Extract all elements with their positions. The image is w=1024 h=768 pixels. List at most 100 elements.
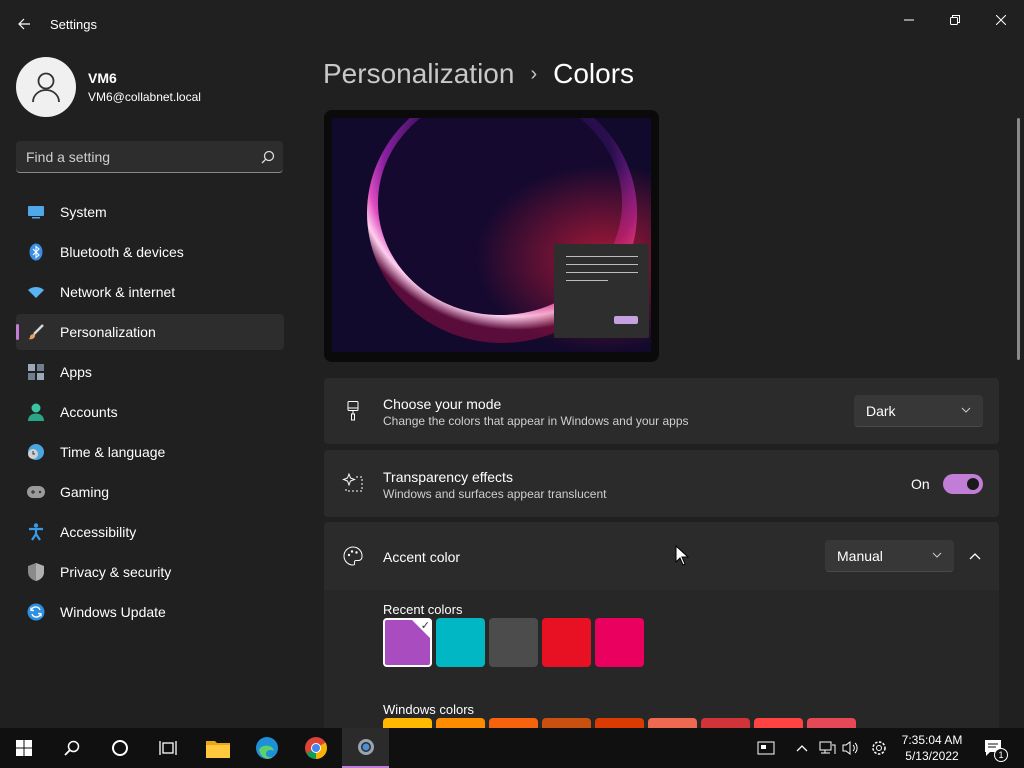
accessibility-icon [26, 522, 46, 542]
chevron-up-icon [969, 553, 981, 560]
transparency-toggle[interactable] [943, 474, 983, 494]
notification-center-button[interactable]: 1 [982, 738, 1008, 762]
windows-color-swatch[interactable] [701, 718, 750, 728]
settings-taskbar-button[interactable] [342, 728, 389, 768]
recent-color-swatch[interactable] [489, 618, 538, 667]
chevron-up-icon[interactable] [792, 738, 812, 758]
paintbrush-icon [342, 400, 364, 422]
person-icon [26, 402, 46, 422]
scrollbar[interactable] [1017, 118, 1020, 360]
accent-dropdown-value: Manual [837, 547, 883, 564]
palette-icon [342, 545, 364, 567]
chrome-button[interactable] [294, 728, 338, 768]
network-icon[interactable] [817, 738, 837, 758]
minimize-button[interactable] [886, 4, 932, 36]
gear-icon[interactable] [869, 738, 889, 758]
accent-dropdown[interactable]: Manual [825, 540, 954, 572]
mouse-cursor [675, 545, 689, 566]
windows-color-swatch[interactable] [383, 718, 432, 728]
recent-color-swatch[interactable]: ✓ [383, 618, 432, 667]
start-button[interactable] [2, 728, 46, 768]
apps-icon [26, 362, 46, 382]
theme-preview [324, 110, 659, 362]
task-view-button[interactable] [146, 728, 190, 768]
task-view-icon [159, 741, 177, 755]
search-box[interactable] [16, 141, 283, 173]
recent-color-swatch[interactable] [595, 618, 644, 667]
chrome-icon [305, 737, 327, 759]
sidebar-item-privacy[interactable]: Privacy & security [16, 554, 284, 590]
breadcrumb: Personalization › Colors [323, 58, 634, 90]
edge-icon [256, 737, 278, 759]
user-name: VM6 [88, 70, 117, 86]
mode-dropdown-value: Dark [866, 402, 896, 419]
search-button[interactable] [50, 728, 94, 768]
windows-color-swatch[interactable] [542, 718, 591, 728]
windows-logo-icon [16, 740, 32, 756]
mode-setting-card: Choose your mode Change the colors that … [324, 378, 999, 444]
restore-button[interactable] [932, 4, 978, 36]
sidebar-item-network[interactable]: Network & internet [16, 274, 284, 310]
windows-color-swatch[interactable] [489, 718, 538, 728]
windows-color-swatch[interactable] [648, 718, 697, 728]
collapse-button[interactable] [964, 548, 986, 564]
wallpaper-preview [332, 118, 651, 352]
edge-button[interactable] [245, 728, 289, 768]
file-explorer-button[interactable] [196, 728, 240, 768]
windows-color-swatch[interactable] [754, 718, 803, 728]
clock-time: 7:35:04 AM [901, 733, 963, 747]
user-profile[interactable]: VM6 VM6@collabnet.local [16, 57, 201, 117]
sidebar-item-time-language[interactable]: Time & language [16, 434, 284, 470]
page-title: Colors [553, 58, 635, 89]
chevron-down-icon [932, 552, 942, 558]
sidebar-item-accounts[interactable]: Accounts [16, 394, 284, 430]
cortana-button[interactable] [98, 728, 142, 768]
windows-color-swatch[interactable] [807, 718, 856, 728]
bluetooth-icon [26, 242, 46, 262]
accent-color-card[interactable]: Accent color Manual [324, 522, 999, 590]
sidebar-item-system[interactable]: System [16, 194, 284, 230]
chevron-down-icon [961, 407, 971, 413]
sidebar-item-label: Accessibility [60, 524, 137, 540]
taskbar: 7:35:04 AM 5/13/2022 1 [0, 728, 1024, 768]
sidebar-item-apps[interactable]: Apps [16, 354, 284, 390]
sidebar-item-label: System [60, 204, 107, 220]
system-clock[interactable]: 7:35:04 AM 5/13/2022 [896, 732, 968, 764]
transparency-description: Windows and surfaces appear translucent [383, 487, 607, 501]
search-input[interactable] [16, 148, 253, 165]
recent-color-swatch[interactable] [436, 618, 485, 667]
mode-title: Choose your mode [383, 396, 502, 412]
checkmark-icon: ✓ [420, 620, 430, 632]
shield-icon [26, 562, 46, 582]
recent-color-swatch[interactable] [542, 618, 591, 667]
breadcrumb-separator: › [530, 62, 538, 85]
windows-color-swatch[interactable] [595, 718, 644, 728]
brush-icon [26, 322, 46, 342]
close-button[interactable] [978, 4, 1024, 36]
notification-count-badge: 1 [994, 748, 1008, 762]
sidebar-item-accessibility[interactable]: Accessibility [16, 514, 284, 550]
preview-window [554, 244, 649, 338]
transparency-state-label: On [911, 476, 930, 492]
mode-description: Change the colors that appear in Windows… [383, 414, 689, 428]
sidebar-item-windows-update[interactable]: Windows Update [16, 594, 284, 630]
sidebar-item-personalization[interactable]: Personalization [16, 314, 284, 350]
cortana-circle-icon [112, 740, 128, 756]
news-widget-icon[interactable] [756, 738, 776, 758]
search-icon[interactable] [253, 150, 283, 164]
breadcrumb-parent[interactable]: Personalization [323, 58, 514, 90]
transparency-setting-card: Transparency effects Windows and surface… [324, 450, 999, 517]
back-button[interactable] [12, 12, 36, 36]
update-icon [26, 602, 46, 622]
sidebar-item-gaming[interactable]: Gaming [16, 474, 284, 510]
preview-accent-button [614, 316, 638, 324]
sidebar-nav: System Bluetooth & devices Network & int… [16, 194, 284, 634]
volume-icon[interactable] [841, 738, 861, 758]
windows-color-swatch[interactable] [436, 718, 485, 728]
transparency-sparkle-icon [342, 472, 364, 494]
sidebar-item-bluetooth[interactable]: Bluetooth & devices [16, 234, 284, 270]
user-email: VM6@collabnet.local [88, 90, 201, 104]
wifi-icon [26, 282, 46, 302]
mode-dropdown[interactable]: Dark [854, 395, 983, 427]
windows-colors-label: Windows colors [383, 702, 475, 717]
